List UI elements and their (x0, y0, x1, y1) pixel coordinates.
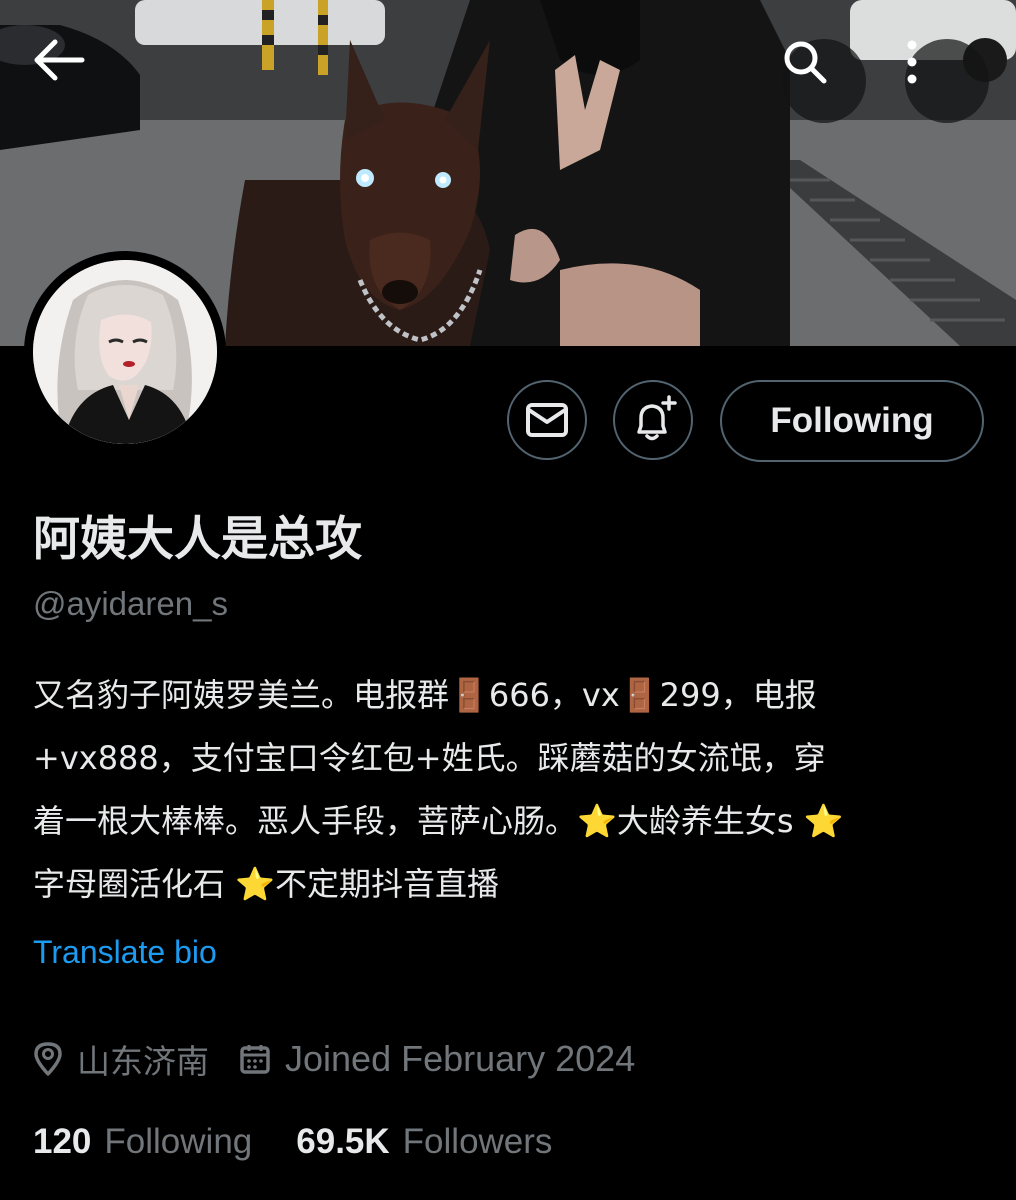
bio-line: 字母圈活化石 ⭐不定期抖音直播 (33, 865, 500, 903)
follow-stats: 120 Following 69.5K Followers (33, 1122, 552, 1162)
search-icon (784, 41, 827, 84)
bio-line: +vx888，支付宝口令红包+姓氏。踩蘑菇的女流氓，穿 (33, 739, 826, 777)
calendar-icon (239, 1043, 271, 1075)
search-button[interactable] (782, 39, 866, 123)
arrow-left-icon (34, 39, 85, 81)
following-button[interactable]: Following (720, 380, 984, 462)
notifications-button[interactable] (613, 380, 693, 460)
followers-label[interactable]: Followers (403, 1122, 553, 1162)
bio-line: 着一根大棒棒。恶人手段，菩萨心肠。⭐大龄养生女s ⭐ (33, 802, 844, 840)
bell-plus-icon (637, 395, 677, 441)
bio-line: 又名豹子阿姨罗美兰。电报群🚪666，vx🚪299，电报 (33, 676, 817, 714)
following-label[interactable]: Following (104, 1122, 252, 1162)
profile-avatar[interactable] (24, 251, 226, 453)
more-options-button[interactable] (905, 39, 989, 123)
following-count[interactable]: 120 (33, 1122, 91, 1162)
profile-meta: 山东济南 Joined February 2024 (33, 1034, 635, 1084)
joined-date: Joined February 2024 (285, 1038, 636, 1079)
display-name: 阿姨大人是总攻 (33, 512, 362, 567)
user-handle: @ayidaren_s (33, 585, 228, 622)
envelope-icon (526, 403, 568, 437)
bio-text: 又名豹子阿姨罗美兰。电报群🚪666，vx🚪299，电报 +vx888，支付宝口令… (33, 664, 993, 916)
translate-bio-link[interactable]: Translate bio (33, 934, 217, 971)
followers-count[interactable]: 69.5K (296, 1122, 389, 1162)
location-pin-icon (33, 1041, 63, 1077)
message-button[interactable] (507, 380, 587, 460)
avatar-image (33, 260, 217, 444)
location-text: 山东济南 (77, 1042, 209, 1081)
more-vertical-icon (907, 40, 917, 84)
back-button[interactable] (33, 39, 117, 123)
